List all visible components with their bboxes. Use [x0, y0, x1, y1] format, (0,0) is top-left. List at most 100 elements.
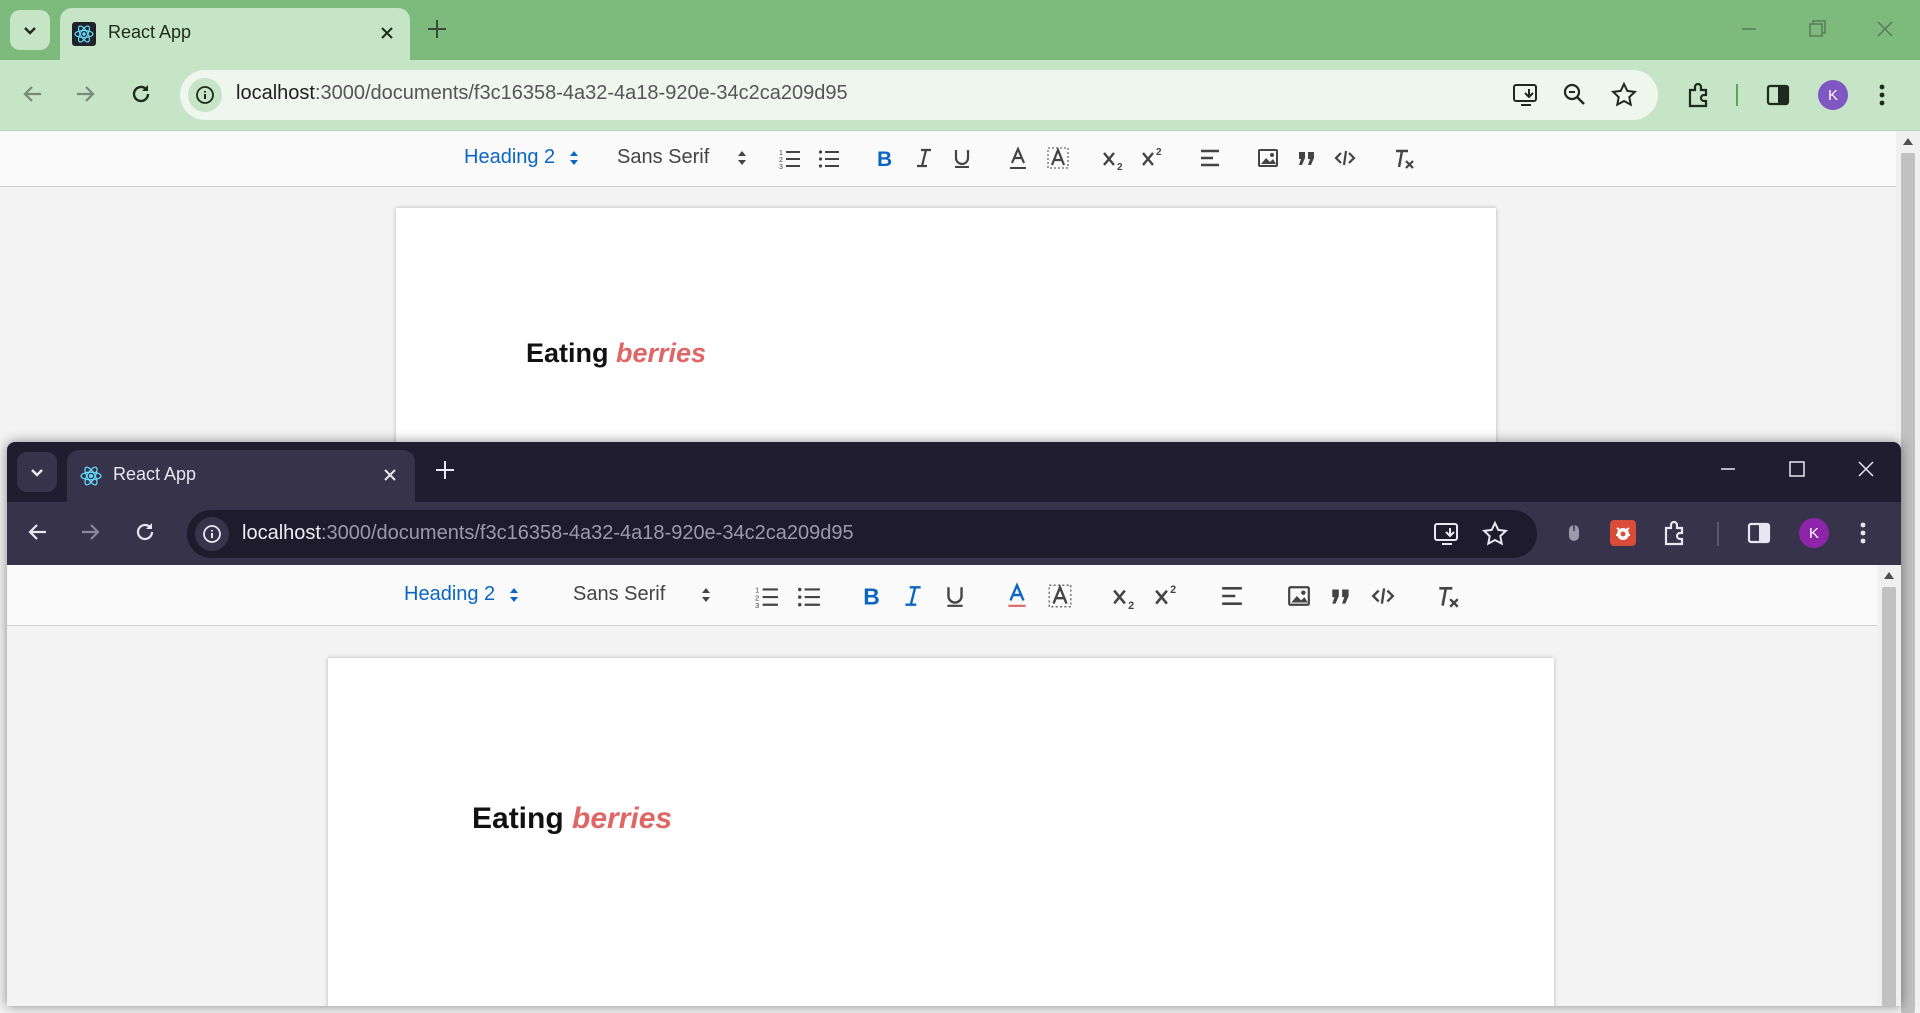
- vertical-scrollbar[interactable]: [1877, 565, 1901, 1006]
- maximize-icon[interactable]: [1786, 458, 1808, 480]
- code-block-icon[interactable]: [1334, 147, 1356, 169]
- address-bar[interactable]: localhost:3000/documents/f3c16358-4a32-4…: [180, 70, 1658, 120]
- text-color-icon[interactable]: [1007, 146, 1029, 170]
- bold-icon[interactable]: B: [874, 147, 896, 169]
- font-picker-label: Sans Serif: [617, 146, 710, 168]
- reload-icon[interactable]: [132, 519, 158, 545]
- svg-text:B: B: [877, 148, 892, 169]
- install-app-icon[interactable]: [1433, 521, 1461, 547]
- blockquote-icon[interactable]: [1329, 584, 1353, 608]
- image-icon[interactable]: [1287, 584, 1311, 608]
- image-icon[interactable]: [1257, 147, 1279, 169]
- bullet-list-icon[interactable]: [818, 147, 840, 169]
- blockquote-icon[interactable]: [1296, 147, 1318, 169]
- extensions-puzzle-icon[interactable]: [1685, 81, 1713, 109]
- side-panel-icon[interactable]: [1764, 81, 1792, 109]
- document-page[interactable]: Eating berries: [328, 658, 1554, 1006]
- close-tab-icon[interactable]: [376, 22, 398, 44]
- forward-arrow-icon[interactable]: [72, 81, 98, 107]
- url-text: localhost:3000/documents/f3c16358-4a32-4…: [242, 522, 854, 545]
- text-color-icon[interactable]: [1005, 582, 1029, 608]
- site-info-icon[interactable]: [195, 517, 229, 551]
- subscript-icon[interactable]: 2: [1112, 584, 1140, 610]
- heading-colored-text: berries: [572, 802, 673, 835]
- forward-arrow-icon[interactable]: [77, 519, 103, 545]
- svg-text:2: 2: [1170, 584, 1176, 596]
- scroll-up-arrow-icon[interactable]: [1884, 571, 1894, 579]
- header-picker-label: Heading 2: [464, 146, 556, 168]
- new-tab-icon[interactable]: [424, 16, 450, 42]
- minimize-icon[interactable]: [1717, 458, 1739, 480]
- extension-bug-icon[interactable]: [1609, 519, 1637, 547]
- background-color-icon[interactable]: [1046, 146, 1070, 170]
- clear-formatting-icon[interactable]: [1435, 584, 1461, 610]
- side-panel-icon[interactable]: [1745, 519, 1773, 547]
- extensions-puzzle-icon[interactable]: [1661, 519, 1689, 547]
- zoom-icon[interactable]: [1562, 82, 1588, 108]
- minimize-icon[interactable]: [1738, 18, 1760, 40]
- header-picker[interactable]: Heading 2: [464, 146, 579, 169]
- url-host: localhost: [242, 522, 321, 544]
- heading-plain-text: Eating: [526, 338, 617, 368]
- tab-search-button[interactable]: [17, 452, 57, 492]
- extension-mouse-icon[interactable]: [1563, 519, 1585, 547]
- back-arrow-icon[interactable]: [25, 519, 51, 545]
- superscript-icon[interactable]: 2: [1154, 582, 1182, 608]
- font-picker-label: Sans Serif: [573, 583, 666, 605]
- document-heading[interactable]: Eating berries: [526, 338, 706, 369]
- more-menu-icon[interactable]: [1872, 81, 1892, 109]
- profile-avatar[interactable]: K: [1818, 80, 1848, 110]
- url-host: localhost: [236, 82, 315, 104]
- tab-strip: React App: [7, 442, 1901, 502]
- browser-tab[interactable]: React App: [67, 450, 415, 502]
- react-logo-icon: [72, 22, 96, 46]
- subscript-icon[interactable]: 2: [1102, 147, 1128, 171]
- profile-avatar[interactable]: K: [1799, 518, 1829, 548]
- header-picker-label: Heading 2: [404, 583, 496, 605]
- scrollbar-thumb[interactable]: [1882, 587, 1896, 1006]
- svg-text:2: 2: [779, 157, 783, 164]
- tab-search-button[interactable]: [10, 10, 50, 50]
- tab-strip: React App: [0, 0, 1920, 60]
- toolbar-divider: [1717, 522, 1719, 546]
- underline-icon[interactable]: [943, 584, 967, 608]
- document-heading[interactable]: Eating berries: [472, 802, 672, 836]
- more-menu-icon[interactable]: [1853, 519, 1873, 547]
- heading-colored-text: berries: [616, 338, 707, 368]
- ordered-list-icon[interactable]: 123: [779, 147, 801, 169]
- italic-icon[interactable]: [913, 147, 935, 169]
- ordered-list-icon[interactable]: 123: [755, 584, 779, 608]
- svg-text:2: 2: [1117, 162, 1123, 171]
- browser-tab[interactable]: React App: [60, 8, 410, 60]
- scroll-up-arrow-icon[interactable]: [1903, 137, 1913, 145]
- reload-icon[interactable]: [128, 81, 154, 107]
- svg-text:1: 1: [779, 150, 783, 157]
- new-tab-icon[interactable]: [432, 457, 458, 483]
- underline-icon[interactable]: [951, 147, 973, 169]
- close-tab-icon[interactable]: [379, 464, 401, 486]
- url-path: :3000/documents/f3c16358-4a32-4a18-920e-…: [320, 522, 854, 544]
- header-picker[interactable]: Heading 2: [404, 583, 519, 606]
- align-left-icon[interactable]: [1199, 147, 1221, 169]
- restore-icon[interactable]: [1806, 18, 1828, 40]
- bookmark-star-icon[interactable]: [1610, 81, 1638, 109]
- address-bar[interactable]: localhost:3000/documents/f3c16358-4a32-4…: [187, 510, 1537, 558]
- clear-formatting-icon[interactable]: [1392, 147, 1416, 171]
- back-arrow-icon[interactable]: [20, 81, 46, 107]
- bookmark-star-icon[interactable]: [1481, 520, 1509, 548]
- superscript-icon[interactable]: 2: [1141, 145, 1167, 169]
- close-window-icon[interactable]: [1874, 18, 1896, 40]
- updown-caret-icon: [510, 587, 519, 602]
- site-info-icon[interactable]: [188, 78, 222, 112]
- italic-icon[interactable]: [901, 584, 925, 608]
- align-left-icon[interactable]: [1220, 584, 1244, 608]
- bullet-list-icon[interactable]: [797, 584, 821, 608]
- background-color-icon[interactable]: [1047, 583, 1073, 609]
- bold-icon[interactable]: B: [860, 584, 884, 608]
- code-block-icon[interactable]: [1371, 584, 1395, 608]
- close-window-icon[interactable]: [1855, 458, 1877, 480]
- scrollbar-thumb[interactable]: [1901, 153, 1915, 1013]
- font-picker[interactable]: Sans Serif: [617, 146, 747, 169]
- font-picker[interactable]: Sans Serif: [573, 583, 711, 606]
- install-app-icon[interactable]: [1512, 82, 1540, 108]
